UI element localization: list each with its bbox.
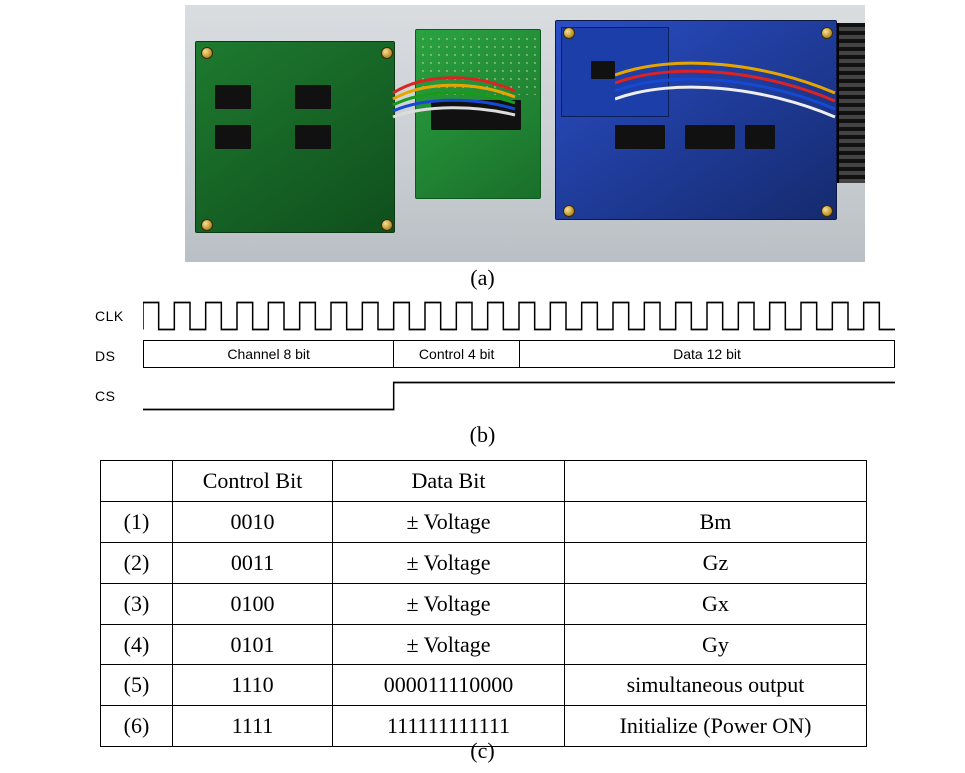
screw [381,219,393,231]
ic-chip [431,100,521,130]
protoboard-dots [419,35,537,95]
td-data: 000011110000 [333,665,565,706]
td-desc: simultaneous output [565,665,867,706]
ic-chip [295,125,331,149]
ic-chip [615,125,665,149]
table-row: (2)0011± VoltageGz [101,542,867,583]
ds-seg-control: Control 4 bit [394,341,520,367]
clk-waveform [143,298,895,334]
timing-diagram: CLK DS Channel 8 bit Control 4 bit Data … [95,298,895,418]
hardware-photo [185,5,865,262]
control-bit-table: Control Bit Data Bit (1)0010± VoltageBm(… [100,460,867,747]
table-header-row: Control Bit Data Bit [101,461,867,502]
ic-chip [745,125,775,149]
caption-b: (b) [0,422,965,448]
table-row: (4)0101± VoltageGy [101,624,867,665]
timing-row-cs: CS [95,378,895,414]
td-data: ± Voltage [333,624,565,665]
ic-chip [215,85,251,109]
td-idx: (5) [101,665,173,706]
ic-chip [591,61,615,79]
table-row: (5)1110000011110000simultaneous output [101,665,867,706]
screw [201,219,213,231]
screw [821,205,833,217]
td-idx: (1) [101,501,173,542]
screw [821,27,833,39]
td-control: 0011 [173,542,333,583]
pcb-blue-daughterboard [561,27,669,117]
td-data: ± Voltage [333,542,565,583]
table-row: (1)0010± VoltageBm [101,501,867,542]
timing-row-clk: CLK [95,298,895,334]
ds-seg-data: Data 12 bit [520,341,894,367]
td-desc: Gx [565,583,867,624]
td-idx: (2) [101,542,173,583]
timing-row-ds: DS Channel 8 bit Control 4 bit Data 12 b… [95,338,895,374]
table-row: (3)0100± VoltageGx [101,583,867,624]
th-index [101,461,173,502]
td-desc: Gz [565,542,867,583]
screw [563,27,575,39]
ds-frame: Channel 8 bit Control 4 bit Data 12 bit [143,340,895,368]
td-control: 0100 [173,583,333,624]
td-control: 1110 [173,665,333,706]
td-control: 0101 [173,624,333,665]
td-idx: (4) [101,624,173,665]
ic-chip [215,125,251,149]
ic-chip [685,125,735,149]
td-control: 0010 [173,501,333,542]
edge-connector [837,23,865,183]
ic-chip [295,85,331,109]
screw [563,205,575,217]
ds-label: DS [95,348,143,364]
screw [201,47,213,59]
cs-waveform [143,378,895,414]
th-desc [565,461,867,502]
caption-a: (a) [0,265,965,291]
td-desc: Gy [565,624,867,665]
th-data: Data Bit [333,461,565,502]
td-idx: (3) [101,583,173,624]
clk-label: CLK [95,308,143,324]
cs-label: CS [95,388,143,404]
th-control: Control Bit [173,461,333,502]
td-data: ± Voltage [333,501,565,542]
td-data: ± Voltage [333,583,565,624]
caption-c: (c) [0,738,965,764]
ds-seg-channel: Channel 8 bit [144,341,394,367]
screw [381,47,393,59]
td-desc: Bm [565,501,867,542]
